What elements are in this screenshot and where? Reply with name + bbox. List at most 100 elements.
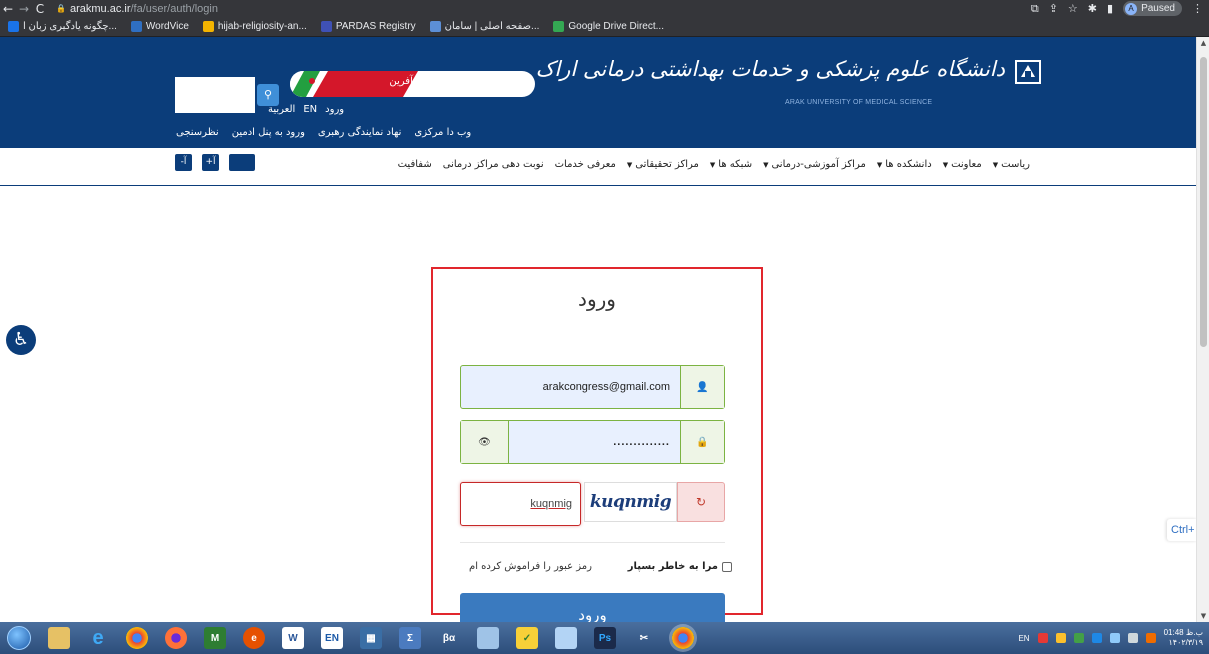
back-icon[interactable]: ←	[0, 2, 16, 16]
input-language[interactable]: EN	[1018, 634, 1029, 643]
header-login-link[interactable]: ورود	[325, 104, 344, 115]
edge-icon[interactable]: e	[243, 627, 265, 649]
profile-button[interactable]: A Paused	[1123, 1, 1182, 16]
top-link[interactable]: نهاد نمایندگی رهبری	[318, 127, 401, 138]
reload-icon[interactable]: C	[32, 2, 48, 16]
translate-icon[interactable]: ⧉	[1031, 2, 1039, 16]
font-size-controls: -آ +آ	[175, 154, 255, 171]
university-logo[interactable]: دانشگاه علوم پزشکی و خدمات بهداشتی درمان…	[536, 55, 1045, 115]
photoshop-icon[interactable]: Ps	[594, 627, 616, 649]
start-button[interactable]	[0, 623, 38, 653]
language-bar-icon[interactable]: EN	[321, 627, 343, 649]
email-input[interactable]: arakcongress@gmail.com	[461, 366, 680, 408]
password-input[interactable]: ..............	[509, 421, 680, 463]
bookmark-favicon	[429, 21, 441, 32]
sidepanel-icon[interactable]: ▮	[1107, 2, 1113, 15]
ctrl-plus-badge[interactable]: Ctrl+	[1167, 519, 1196, 541]
volume-icon[interactable]	[1127, 633, 1138, 643]
contrast-button[interactable]	[229, 154, 255, 171]
menu-item[interactable]: معرفی خدمات	[555, 159, 616, 170]
share-icon[interactable]: ⇪	[1049, 2, 1058, 15]
explorer-icon[interactable]	[48, 627, 70, 649]
bookmark-favicon	[320, 21, 332, 32]
calendar-icon[interactable]: ▦	[360, 627, 382, 649]
lang-ar-link[interactable]: العربية	[268, 104, 295, 115]
chrome-icon[interactable]	[126, 627, 148, 649]
menu-item[interactable]: ریاست▼	[993, 159, 1030, 170]
menu-item[interactable]: شفافیت	[398, 159, 432, 170]
remember-checkbox[interactable]	[722, 561, 732, 572]
font-decrease-button[interactable]: -آ	[175, 154, 192, 171]
tray-app-icon[interactable]	[1037, 633, 1048, 643]
lang-en-link[interactable]: EN	[303, 104, 317, 115]
paint-icon[interactable]	[555, 627, 577, 649]
lock-icon: 🔒	[680, 421, 724, 463]
search-input[interactable]	[175, 77, 255, 113]
word-icon[interactable]: W	[282, 627, 304, 649]
sticky-notes-icon[interactable]: ✓	[516, 627, 538, 649]
firefox-icon[interactable]	[165, 627, 187, 649]
tray-app-icon[interactable]	[1073, 633, 1084, 643]
caret-down-icon: ▼	[992, 161, 999, 169]
snipping-tool-icon[interactable]: ✂	[633, 627, 655, 649]
media-player-icon[interactable]: M	[204, 627, 226, 649]
menu-item[interactable]: نوبت دهی مراکز درمانی	[443, 159, 544, 170]
captcha-image: kuqnmig	[584, 482, 677, 522]
clock[interactable]: 01:48 ب.ظ ۱۴۰۲/۳/۱۹	[1164, 628, 1203, 648]
web-page: دانشگاه علوم پزشکی و خدمات بهداشتی درمان…	[0, 37, 1196, 622]
bookmark-item[interactable]: Google Drive Direct...	[553, 21, 664, 32]
internet-explorer-icon[interactable]: e	[87, 627, 109, 649]
calculator-icon[interactable]	[477, 627, 499, 649]
menu-item[interactable]: دانشکده ها▼	[877, 159, 932, 170]
accessibility-icon[interactable]: ♿	[6, 325, 36, 355]
url-field[interactable]: 🔒 arakmu.ac.ir/fa/user/auth/login	[56, 3, 218, 15]
top-link[interactable]: نظرسنجی	[176, 127, 219, 138]
extensions-icon[interactable]: ✱	[1088, 2, 1097, 15]
caret-down-icon: ▼	[763, 161, 769, 169]
login-submit-button[interactable]: ورود	[460, 593, 725, 622]
menu-item[interactable]: شبکه ها▼	[710, 159, 752, 170]
bookmark-item[interactable]: صفحه اصلی | سامان...	[429, 21, 539, 32]
font-increase-button[interactable]: +آ	[202, 154, 219, 171]
scroll-down-icon[interactable]: ▼	[1197, 610, 1209, 622]
menu-item[interactable]: مراکز تحقیقاتی▼	[627, 159, 699, 170]
bookmark-item[interactable]: hijab-religiosity-an...	[202, 21, 307, 32]
bookmark-favicon	[130, 21, 142, 32]
scroll-thumb[interactable]	[1200, 57, 1207, 347]
bookmark-star-icon[interactable]: ☆	[1068, 2, 1078, 15]
page-scrollbar[interactable]: ▲ ▼	[1196, 37, 1209, 622]
flag-icon[interactable]	[1145, 633, 1156, 643]
show-password-icon[interactable]: 👁	[461, 421, 509, 463]
bookmark-item[interactable]: چگونه یادگیری زبان ا...	[8, 21, 117, 32]
forgot-password-link[interactable]: رمز عبور را فراموش کرده ام	[469, 561, 592, 572]
tray-app-icon[interactable]	[1091, 633, 1102, 643]
search-button[interactable]: ⚲	[257, 84, 279, 106]
math-icon[interactable]: Σ	[399, 627, 421, 649]
browser-address-bar: ← → C 🔒 arakmu.ac.ir/fa/user/auth/login …	[0, 0, 1209, 17]
refresh-captcha-icon[interactable]: ↻	[677, 482, 725, 522]
scroll-up-icon[interactable]: ▲	[1197, 37, 1209, 49]
menu-label: مراکز آموزشی-درمانی	[771, 159, 866, 170]
top-link[interactable]: ورود به پنل ادمین	[232, 127, 305, 138]
font-tool-icon[interactable]: βα	[438, 627, 460, 649]
chrome-active-icon[interactable]	[672, 627, 694, 649]
menu-item[interactable]: مراکز آموزشی-درمانی▼	[763, 159, 866, 170]
bookmark-label: PARDAS Registry	[335, 21, 416, 32]
profile-status: Paused	[1141, 3, 1175, 14]
caret-down-icon: ▼	[709, 161, 716, 169]
captcha-input[interactable]: kuqnmig	[460, 482, 581, 526]
password-field[interactable]: 👁 .............. 🔒	[460, 420, 725, 464]
network-icon[interactable]	[1109, 633, 1120, 643]
menu-item[interactable]: معاونت▼	[943, 159, 982, 170]
bookmark-item[interactable]: WordVice	[130, 21, 189, 32]
taskbar: e M e W EN ▦ Σ βα ✓ Ps ✂ EN 01:48 ب.ظ ۱۴…	[0, 622, 1209, 654]
menu-kebab-icon[interactable]: ⋮	[1192, 2, 1203, 15]
remember-label: مرا به خاطر بسپار	[627, 561, 718, 572]
remember-me[interactable]: مرا به خاطر بسپار	[628, 561, 732, 572]
email-field[interactable]: arakcongress@gmail.com 👤	[460, 365, 725, 409]
bookmark-item[interactable]: PARDAS Registry	[320, 21, 416, 32]
top-link[interactable]: وب دا مرکزی	[414, 127, 471, 138]
forward-icon[interactable]: →	[16, 2, 32, 16]
tray-app-icon[interactable]	[1055, 633, 1066, 643]
caret-down-icon: ▼	[876, 161, 883, 169]
